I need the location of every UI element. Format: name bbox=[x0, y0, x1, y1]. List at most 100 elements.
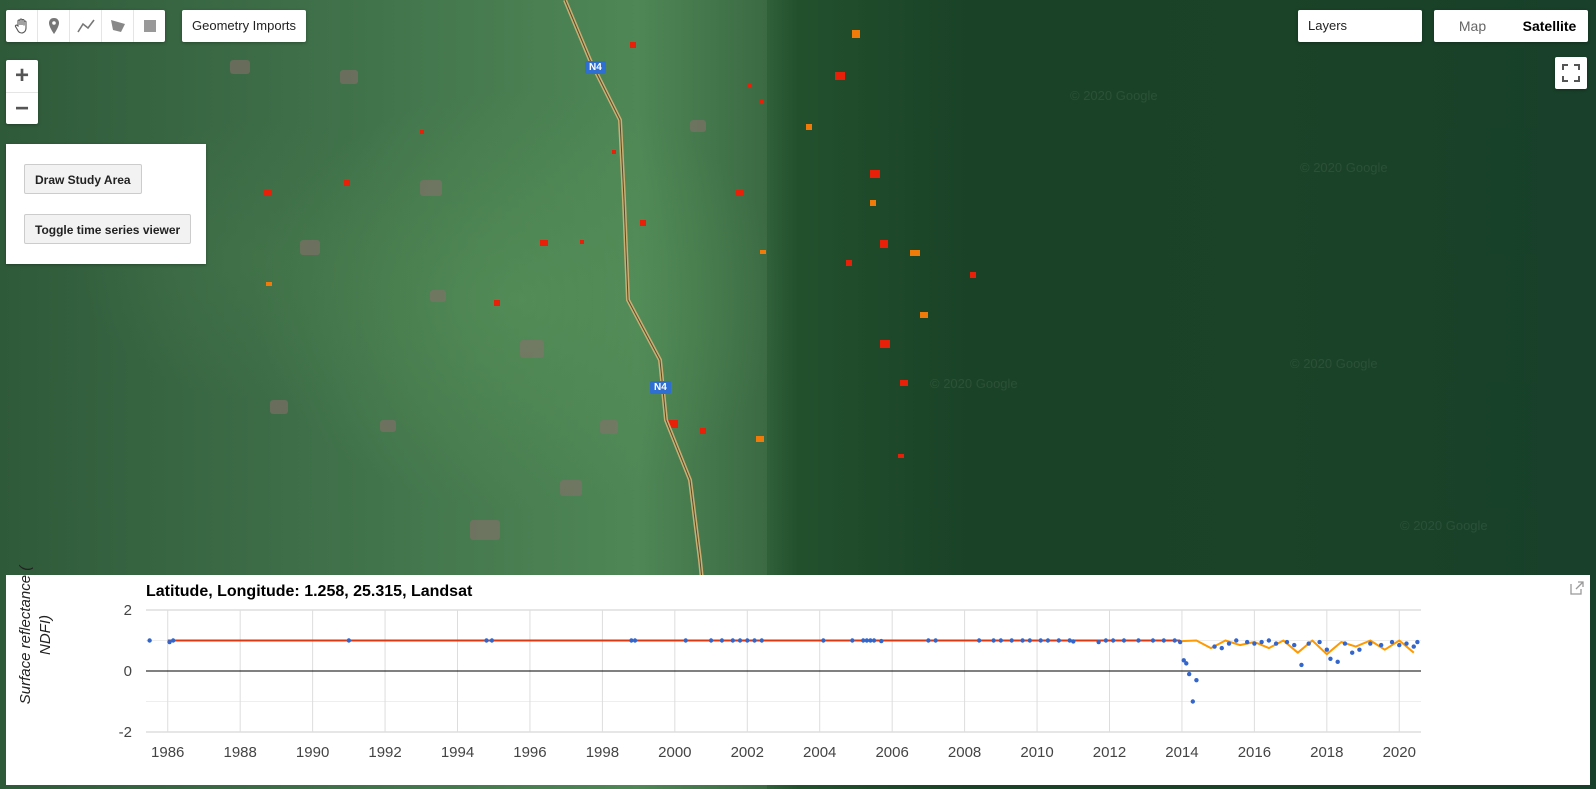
x-tick-label: 1986 bbox=[151, 744, 184, 761]
data-point bbox=[1378, 642, 1384, 648]
data-point bbox=[719, 638, 725, 643]
data-point bbox=[1177, 639, 1183, 645]
data-point bbox=[1234, 638, 1239, 643]
data-point bbox=[821, 638, 826, 643]
data-point bbox=[1110, 638, 1116, 643]
map-watermark: © 2020 Google bbox=[1070, 88, 1158, 103]
map-watermark: © 2020 Google bbox=[1300, 160, 1388, 175]
x-tick-label: 2010 bbox=[1020, 744, 1053, 761]
data-point bbox=[1292, 642, 1297, 648]
data-point bbox=[632, 638, 638, 643]
data-point bbox=[871, 638, 877, 643]
data-point bbox=[1186, 671, 1192, 677]
map-watermark: © 2020 Google bbox=[1400, 518, 1488, 533]
x-tick-label: 2016 bbox=[1238, 744, 1271, 761]
pan-hand-icon[interactable] bbox=[6, 10, 38, 42]
data-point bbox=[1027, 638, 1033, 643]
map-watermark: © 2020 Google bbox=[1290, 356, 1378, 371]
map-type-control: Map Satellite bbox=[1434, 10, 1588, 42]
data-point bbox=[991, 638, 996, 643]
x-tick-label: 2000 bbox=[658, 744, 691, 761]
data-point bbox=[1404, 641, 1409, 646]
y-tick-label: -2 bbox=[119, 724, 132, 741]
layers-dropdown[interactable]: Layers bbox=[1298, 10, 1422, 42]
line-icon[interactable] bbox=[70, 10, 102, 42]
fit-line bbox=[1181, 639, 1415, 656]
map-type-satellite-button[interactable]: Satellite bbox=[1511, 10, 1588, 42]
polygon-icon[interactable] bbox=[102, 10, 134, 42]
data-point bbox=[1317, 639, 1322, 645]
data-point bbox=[933, 638, 938, 643]
data-point bbox=[1020, 638, 1025, 643]
data-point bbox=[1368, 641, 1373, 646]
drawing-toolbar bbox=[6, 10, 165, 42]
time-series-chart-panel: Latitude, Longitude: 1.258, 25.315, Land… bbox=[6, 566, 1590, 785]
x-tick-label: 2002 bbox=[731, 744, 764, 761]
data-point bbox=[1299, 662, 1304, 668]
x-tick-label: 2006 bbox=[875, 744, 908, 761]
data-point bbox=[1259, 639, 1264, 645]
data-point bbox=[1335, 659, 1340, 665]
road-shield: N4 bbox=[650, 381, 671, 394]
data-point bbox=[850, 638, 855, 643]
data-point bbox=[1411, 644, 1416, 649]
data-point bbox=[1150, 638, 1156, 643]
data-point bbox=[170, 638, 176, 643]
data-point bbox=[1212, 644, 1217, 649]
x-tick-label: 2004 bbox=[803, 744, 836, 761]
x-tick-label: 2012 bbox=[1093, 744, 1126, 761]
data-point bbox=[1349, 650, 1355, 655]
data-point bbox=[1389, 639, 1395, 645]
road-shield: N4 bbox=[585, 61, 606, 74]
fullscreen-button[interactable] bbox=[1555, 57, 1587, 89]
data-point bbox=[752, 638, 757, 643]
data-point bbox=[1252, 641, 1257, 646]
draw-study-area-button[interactable]: Draw Study Area bbox=[24, 164, 142, 194]
data-point bbox=[484, 638, 489, 643]
x-tick-label: 2008 bbox=[948, 744, 981, 761]
map-watermark: © 2020 Google bbox=[930, 376, 1018, 391]
zoom-out-button[interactable]: − bbox=[6, 93, 38, 125]
y-tick-label: 0 bbox=[124, 663, 132, 680]
data-point bbox=[1136, 638, 1141, 643]
data-point bbox=[745, 638, 750, 643]
map-type-map-button[interactable]: Map bbox=[1434, 10, 1511, 42]
data-point bbox=[1121, 638, 1127, 643]
y-tick-label: 2 bbox=[124, 602, 132, 619]
data-point bbox=[1194, 677, 1199, 683]
data-point bbox=[489, 638, 495, 643]
geometry-imports-dropdown[interactable]: Geometry Imports bbox=[182, 10, 306, 42]
data-point bbox=[1161, 638, 1167, 643]
x-tick-label: 1998 bbox=[586, 744, 619, 761]
marker-icon[interactable] bbox=[38, 10, 70, 42]
data-point bbox=[1045, 638, 1051, 643]
zoom-in-button[interactable]: + bbox=[6, 60, 38, 93]
data-point bbox=[1071, 639, 1076, 644]
data-point bbox=[759, 638, 764, 643]
data-point bbox=[1226, 641, 1232, 646]
rectangle-icon[interactable] bbox=[134, 10, 165, 42]
x-tick-label: 1988 bbox=[223, 744, 256, 761]
data-point bbox=[1324, 647, 1330, 652]
toggle-time-series-button[interactable]: Toggle time series viewer bbox=[24, 214, 192, 244]
data-point bbox=[1244, 639, 1250, 645]
data-point bbox=[1219, 645, 1224, 651]
data-point bbox=[1103, 638, 1109, 643]
data-point bbox=[1357, 647, 1362, 652]
time-series-chart: 1986 1988 1990 1992 1994 1996 1998 2000 2002 2004… bbox=[119, 602, 1421, 761]
x-tick-label: 1990 bbox=[296, 744, 329, 761]
data-point bbox=[1038, 638, 1043, 643]
x-tick-label: 2020 bbox=[1383, 744, 1416, 761]
data-point bbox=[976, 638, 982, 643]
data-point bbox=[737, 638, 743, 643]
data-point bbox=[879, 638, 884, 644]
data-point bbox=[1096, 639, 1101, 645]
data-point bbox=[346, 638, 352, 643]
x-tick-label: 1994 bbox=[441, 744, 474, 761]
data-point bbox=[1184, 661, 1189, 666]
data-point bbox=[1172, 638, 1177, 643]
x-tick-label: 2014 bbox=[1165, 744, 1198, 761]
data-point bbox=[1056, 638, 1061, 643]
x-tick-label: 1992 bbox=[368, 744, 401, 761]
data-point bbox=[708, 638, 714, 643]
